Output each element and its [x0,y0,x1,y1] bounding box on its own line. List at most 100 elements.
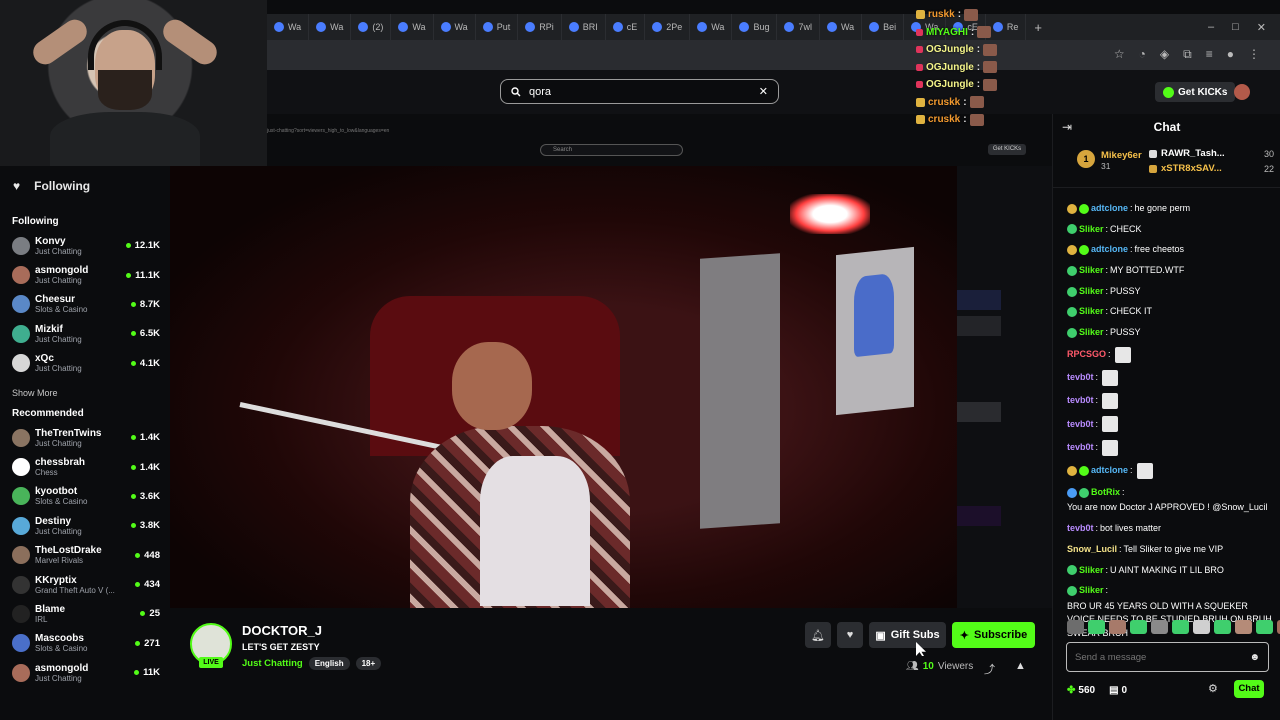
emote-icon[interactable] [1172,620,1189,634]
category-link[interactable]: Just Chatting [242,658,303,669]
browser-tab[interactable]: 7wl [777,14,820,40]
emote-icon[interactable] [1214,620,1231,634]
chat-input-box[interactable]: ☻ [1066,642,1269,672]
browser-tab[interactable]: RPi [518,14,562,40]
following-header[interactable]: ♥ Following [12,166,160,206]
kicks-balance[interactable]: ✤ 560 [1067,685,1095,696]
show-more-link[interactable]: Show More [12,388,160,398]
chat-username[interactable]: Sliker [1079,264,1104,278]
browser-tab[interactable]: (2) [351,14,392,40]
user-avatar[interactable] [1234,84,1250,100]
chat-username[interactable]: tevb0t [1067,418,1094,432]
chat-username[interactable]: Sliker [1079,223,1104,237]
browser-tab[interactable]: cE [606,14,646,40]
gifter-row[interactable]: xSTR8xSAV... 22 [1149,161,1274,176]
user-badge-icon [1079,245,1089,256]
menu-icon[interactable]: ⋮ [1248,47,1260,62]
star-icon[interactable]: ☆ [1114,47,1125,62]
chest-balance[interactable]: ▤ 0 [1109,685,1127,696]
notify-button[interactable]: 🔔︎ [805,622,831,648]
emote-icon[interactable] [1109,620,1126,634]
emote-icon[interactable] [1235,620,1252,634]
emote-icon[interactable] [1151,620,1168,634]
browser-tab[interactable]: BRI [562,14,606,40]
video-player[interactable] [170,166,957,608]
chat-username[interactable]: Sliker [1079,326,1104,340]
get-kicks-button[interactable]: Get KICKs [1155,82,1236,102]
top-gifter[interactable]: 1 Mikey6er 31 [1077,150,1142,171]
gifter-row[interactable]: RAWR_Tash... 30 [1149,146,1274,161]
browser-tab[interactable]: Wa [267,14,310,40]
chat-input[interactable] [1075,651,1250,663]
sidebar-channel[interactable]: Konvy Just Chatting 12.1K [12,231,160,260]
sidebar-channel[interactable]: TheTrenTwins Just Chatting 1.4K [12,423,160,452]
browser-tab[interactable]: Bei [862,14,905,40]
media-icon[interactable]: ≡ [1206,47,1213,62]
browser-tab[interactable]: Wa [391,14,434,40]
chat-username[interactable]: Snow_Lucil [1067,543,1117,557]
gift-subs-button[interactable]: ▣ Gift Subs [869,622,946,648]
chat-username[interactable]: Sliker [1079,584,1104,598]
following-list: Konvy Just Chatting 12.1K asmongold Just Cha… [12,231,160,378]
sidebar-channel[interactable]: Destiny Just Chatting 3.8K [12,511,160,540]
emote-icon[interactable] [1130,620,1147,634]
maximize-button[interactable]: □ [1232,21,1239,34]
sidebar-channel[interactable]: Mascoobs Slots & Casino 271 [12,629,160,658]
search-input[interactable] [529,85,751,98]
emote-icon[interactable] [1256,620,1273,634]
chat-username[interactable]: BotRix [1091,486,1120,500]
sidebar-channel[interactable]: KKryptix Grand Theft Auto V (... 434 [12,570,160,599]
share-icon[interactable]: ⤴ [984,661,995,677]
shield-icon[interactable]: ◈ [1160,47,1169,62]
report-icon[interactable]: ▲ [1015,660,1026,672]
minimize-button[interactable]: – [1208,21,1214,34]
browser-tab[interactable]: Wa [434,14,476,40]
extension-icon[interactable]: ◔ [1139,47,1146,62]
tag-mature[interactable]: 18+ [355,657,382,670]
chat-username[interactable]: Sliker [1079,305,1104,319]
browser-tab[interactable]: Wa [820,14,863,40]
puzzle-icon[interactable]: ⧉ [1183,47,1192,62]
chat-username[interactable]: adtclone [1091,243,1128,257]
chat-username[interactable]: adtclone [1091,202,1128,216]
chat-username[interactable]: adtclone [1091,464,1128,478]
profile-icon[interactable]: ● [1227,47,1234,62]
sidebar-channel[interactable]: Blame IRL 25 [12,599,160,628]
channel-name[interactable]: DOCKTOR_J [242,623,322,638]
chat-username[interactable]: Sliker [1079,564,1104,578]
sidebar-channel[interactable]: chessbrah Chess 1.4K [12,452,160,481]
browser-tab[interactable]: Put [476,14,519,40]
chat-settings-icon[interactable]: ⚙ [1208,682,1218,695]
sidebar-channel[interactable]: kyootbot Slots & Casino 3.6K [12,482,160,511]
clear-search-icon[interactable]: ✕ [759,85,768,98]
sidebar-channel[interactable]: xQc Just Chatting 4.1K [12,349,160,378]
emote-icon[interactable] [1193,620,1210,634]
sidebar-channel[interactable]: asmongold Just Chatting 11.1K [12,260,160,289]
viewer-count: 25 [140,608,160,619]
chat-username[interactable]: tevb0t [1067,522,1094,536]
emote-icon[interactable] [1088,620,1105,634]
top-gifter-count: 31 [1101,161,1111,171]
browser-tab[interactable]: Wa [690,14,733,40]
browser-tab[interactable]: Wa [309,14,352,40]
sidebar-channel[interactable]: Cheesur Slots & Casino 8.7K [12,290,160,319]
sidebar-channel[interactable]: Mizkif Just Chatting 6.5K [12,319,160,348]
send-chat-button[interactable]: Chat [1234,680,1264,698]
browser-tab[interactable]: Bug [732,14,778,40]
subscribe-button[interactable]: ✦ Subscribe [952,622,1035,648]
chat-username[interactable]: tevb0t [1067,371,1094,385]
emoji-icon[interactable]: ☻ [1249,652,1260,663]
sidebar-channel[interactable]: TheLostDrake Marvel Rivals 448 [12,541,160,570]
chat-username[interactable]: Sliker [1079,285,1104,299]
follow-button[interactable]: ♥ [837,622,863,648]
browser-tab[interactable]: 2Pe [645,14,691,40]
chat-username[interactable]: RPCSGO [1067,348,1106,362]
new-tab-button[interactable]: + [1026,20,1050,35]
search-bar[interactable]: ✕ [500,79,779,104]
chat-username[interactable]: tevb0t [1067,441,1094,455]
emote-icon[interactable] [1067,620,1084,634]
chat-username[interactable]: tevb0t [1067,394,1094,408]
tag-language[interactable]: English [308,657,350,670]
close-window-button[interactable]: ✕ [1257,21,1266,34]
sidebar-channel[interactable]: asmongold Just Chatting 11K [12,658,160,687]
